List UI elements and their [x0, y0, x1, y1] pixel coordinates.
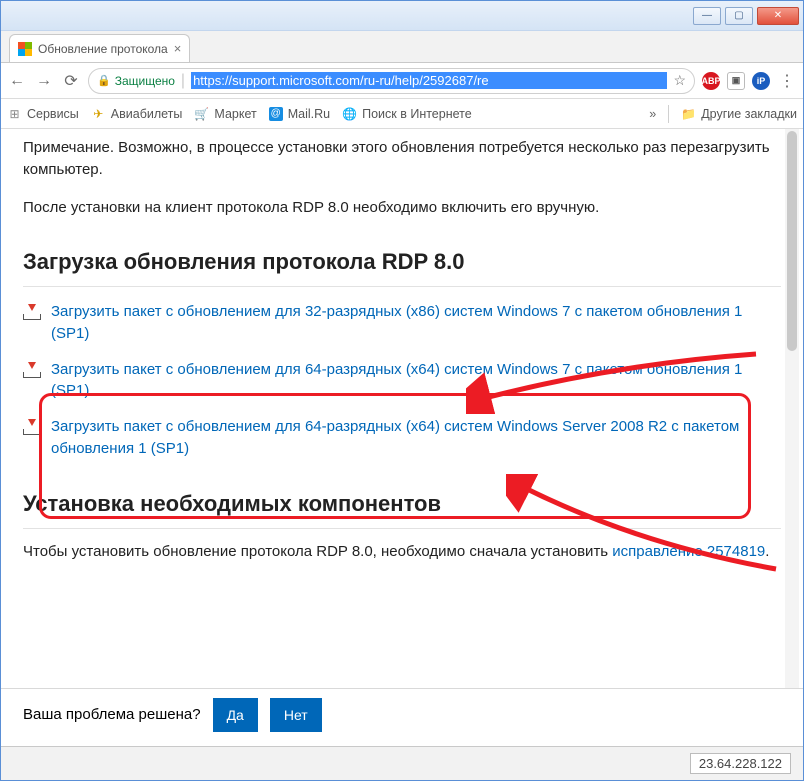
feedback-no-button[interactable]: Нет	[270, 698, 322, 732]
tab-strip: Обновление протокола ×	[1, 31, 803, 63]
back-button[interactable]: ←	[7, 71, 27, 91]
bookmarks-bar: ⊞Сервисы ✈Авиабилеты 🛒Маркет @Mail.Ru 🌐П…	[1, 99, 803, 129]
download-icon	[23, 304, 41, 320]
browser-window: — ▢ ✕ Обновление протокола × ← → ⟳ 🔒 Защ…	[0, 0, 804, 781]
window-close-button[interactable]: ✕	[757, 7, 799, 25]
status-bar: 23.64.228.122	[1, 746, 803, 780]
secure-indicator: 🔒 Защищено	[97, 74, 175, 88]
vertical-scrollbar[interactable]	[785, 129, 799, 731]
folder-icon: 📁	[681, 106, 696, 121]
window-maximize-button[interactable]: ▢	[725, 7, 753, 25]
download-icon	[23, 362, 41, 378]
annotation-arrow-top	[466, 344, 766, 414]
bookmark-star-icon[interactable]: ☆	[673, 72, 686, 89]
search-globe-icon: 🌐	[342, 106, 357, 121]
forward-button[interactable]: →	[34, 71, 54, 91]
plane-icon: ✈	[91, 106, 106, 121]
download-link-x86[interactable]: Загрузить пакет с обновлением для 32-раз…	[23, 301, 781, 345]
cart-icon: 🛒	[194, 106, 209, 121]
browser-menu-button[interactable]: ⋮	[777, 71, 797, 91]
bookmark-search[interactable]: 🌐Поиск в Интернете	[342, 106, 472, 121]
download-link-server[interactable]: Загрузить пакет с обновлением для 64-раз…	[23, 416, 781, 460]
apps-icon: ⊞	[7, 106, 22, 121]
scrollbar-thumb[interactable]	[787, 131, 797, 351]
note-text: Примечание. Возможно, в процессе установ…	[23, 137, 781, 181]
microsoft-favicon	[18, 42, 32, 56]
ip-address-display: 23.64.228.122	[690, 753, 791, 774]
annotation-arrow-bottom	[506, 474, 786, 584]
tab-close-button[interactable]: ×	[174, 41, 182, 56]
bookmark-mailru[interactable]: @Mail.Ru	[269, 107, 330, 121]
after-install-text: После установки на клиент протокола RDP …	[23, 197, 781, 219]
extension-ip-icon[interactable]: iP	[752, 72, 770, 90]
window-titlebar: — ▢ ✕	[1, 1, 803, 31]
extension-screenshot-icon[interactable]: ▣	[727, 72, 745, 90]
page-viewport: Примечание. Возможно, в процессе установ…	[1, 129, 803, 731]
feedback-yes-button[interactable]: Да	[213, 698, 258, 732]
bookmarks-overflow-button[interactable]: »	[649, 107, 656, 121]
url-text[interactable]: https://support.microsoft.com/ru-ru/help…	[191, 72, 667, 89]
address-bar[interactable]: 🔒 Защищено | https://support.microsoft.c…	[88, 68, 695, 94]
bookmark-flights[interactable]: ✈Авиабилеты	[91, 106, 183, 121]
heading-download: Загрузка обновления протокола RDP 8.0	[23, 246, 781, 287]
extension-abp-icon[interactable]: ABP	[702, 72, 720, 90]
feedback-bar: Ваша проблема решена? Да Нет	[1, 688, 803, 740]
bookmark-other[interactable]: 📁Другие закладки	[681, 106, 797, 121]
page-content: Примечание. Возможно, в процессе установ…	[1, 129, 803, 731]
toolbar: ← → ⟳ 🔒 Защищено | https://support.micro…	[1, 63, 803, 99]
tab-title: Обновление протокола	[38, 42, 168, 56]
bookmark-apps[interactable]: ⊞Сервисы	[7, 106, 79, 121]
mailru-icon: @	[269, 107, 283, 121]
lock-icon: 🔒	[97, 74, 111, 87]
bookmark-market[interactable]: 🛒Маркет	[194, 106, 256, 121]
download-icon	[23, 419, 41, 435]
feedback-question: Ваша проблема решена?	[23, 706, 201, 723]
browser-tab[interactable]: Обновление протокола ×	[9, 34, 190, 62]
reload-button[interactable]: ⟳	[61, 71, 81, 91]
window-minimize-button[interactable]: —	[693, 7, 721, 25]
secure-label: Защищено	[115, 74, 175, 88]
